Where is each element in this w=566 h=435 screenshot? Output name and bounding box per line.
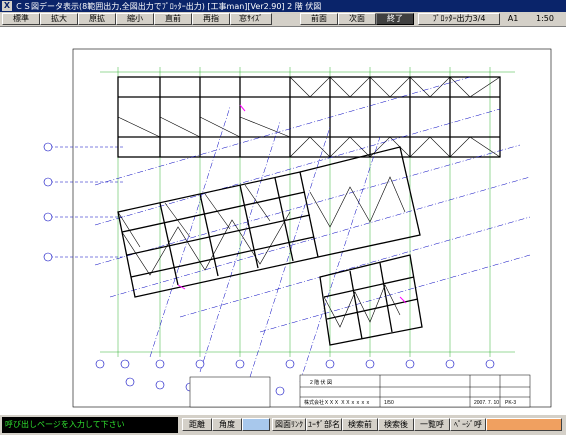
zoom-out-button[interactable]: 縮小 [116,13,154,25]
user-part-name-button[interactable]: ﾕｰｻﾞ部名 [306,418,342,431]
left-grid-bubbles [43,142,53,262]
previous-view-button[interactable]: 直前 [154,13,192,25]
scale-label: 1:50 [536,14,554,23]
standard-button[interactable]: 標準 [2,13,40,25]
angle-button[interactable]: 角度 [212,418,242,431]
drawing-canvas[interactable]: 2 階 伏 図 株式会社ＸＸＸ ＸＸｘｘｘｘ 1/50 2007. 7. 10 … [0,27,566,414]
window-size-button[interactable]: 窓ｻｲｽﾞ [230,13,272,25]
left-grid-lines [50,146,125,258]
page-number-field[interactable] [486,418,562,431]
title-block-sheet: PK-3 [505,400,516,406]
zoom-in-button[interactable]: 拡大 [40,13,78,25]
list-view-button[interactable]: 一覧呼 [414,418,450,431]
status-bar: 呼び出しページを入力して下さい 距離 角度 図面ﾘﾝｸ ﾕｰｻﾞ部名 検索前 検… [0,414,566,435]
title-block-scale: 1/50 [384,400,394,406]
next-page-button[interactable]: 次面 [338,13,376,25]
drawing-link-button[interactable]: 図面ﾘﾝｸ [272,418,306,431]
plotter-output-button[interactable]: ﾌﾟﾛｯﾀｰ出力3/4 [418,13,500,25]
command-prompt: 呼び出しページを入力して下さい [2,417,178,433]
exit-button[interactable]: 終了 [376,13,414,25]
upper-frame [117,76,501,158]
original-scale-button[interactable]: 原拡 [78,13,116,25]
window-titlebar: X ＣＳ図データ表示(8範囲出力,全図出力でﾌﾟﾛｯﾀｰ出力) [工事man][… [0,0,566,12]
title-block-date: 2007. 7. 10 [474,400,499,406]
app-icon: X [2,1,12,11]
window-title: ＣＳ図データ表示(8範囲出力,全図出力でﾌﾟﾛｯﾀｰ出力) [工事man][Ve… [15,1,322,11]
distance-button[interactable]: 距離 [182,418,212,431]
title-block-heading: 2 階 伏 図 [310,379,332,386]
title-block-client: 株式会社ＸＸＸ ＸＸｘｘｘｘ [304,399,370,406]
prev-page-button[interactable]: 前面 [300,13,338,25]
command-toolbar: 標準 拡大 原拡 縮小 直前 再指 窓ｻｲｽﾞ 前面 次面 終了 ﾌﾟﾛｯﾀｰ出… [0,12,566,27]
upper-bracing [117,76,501,158]
lower-frame-left [117,171,319,298]
redraw-button[interactable]: 再指 [192,13,230,25]
paper-size-label: A1 [507,14,519,23]
value-field[interactable] [242,418,270,431]
page-call-button[interactable]: ﾍﾟｰｼﾞ呼 [450,418,486,431]
search-prev-button[interactable]: 検索前 [342,418,378,431]
floor-plan-drawing: 2 階 伏 図 株式会社ＸＸＸ ＸＸｘｘｘｘ 1/50 2007. 7. 10 … [43,48,552,408]
search-next-button[interactable]: 検索後 [378,418,414,431]
